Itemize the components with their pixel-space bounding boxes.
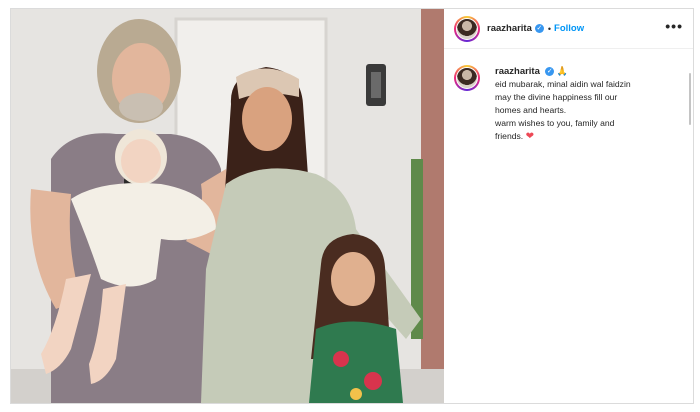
praying-hands-icon: 🙏 (556, 66, 568, 76)
caption-line: friends. ❤ (495, 130, 679, 143)
red-heart-icon: ❤ (525, 131, 534, 142)
follow-button[interactable]: Follow (554, 23, 584, 34)
post-caption: raazharita ✓ 🙏 eid mubarak, minal aidin … (454, 65, 679, 143)
caption-line: may the divine happiness fill our (495, 92, 618, 102)
family-photo-illustration (11, 9, 444, 403)
verified-badge-icon: ✓ (534, 24, 544, 33)
post-sidebar: raazharita ✓ • Follow ••• raazharita ✓ 🙏… (444, 9, 693, 403)
more-options-icon[interactable]: ••• (665, 19, 683, 37)
caption-line: eid mubarak, minal aidin wal faidzin (495, 79, 631, 89)
post-photo[interactable] (11, 9, 444, 403)
caption-line-text: friends. (495, 131, 524, 141)
caption-avatar[interactable] (454, 65, 480, 91)
post-header: raazharita ✓ • Follow ••• (444, 9, 693, 49)
profile-avatar[interactable] (454, 15, 480, 42)
caption-first-line: raazharita ✓ 🙏 (495, 65, 679, 78)
avatar-image (456, 67, 478, 89)
caption-line: homes and hearts. (495, 105, 567, 115)
comments-scrollbar[interactable] (689, 73, 691, 125)
caption-username[interactable]: raazharita (495, 66, 540, 77)
separator-dot: • (547, 23, 552, 34)
instagram-post: raazharita ✓ • Follow ••• raazharita ✓ 🙏… (10, 8, 694, 404)
header-username[interactable]: raazharita (487, 23, 532, 34)
caption-text: raazharita ✓ 🙏 eid mubarak, minal aidin … (495, 65, 679, 143)
avatar-image (456, 17, 478, 40)
caption-line: warm wishes to you, family and (495, 118, 615, 128)
verified-badge-icon: ✓ (545, 67, 555, 77)
